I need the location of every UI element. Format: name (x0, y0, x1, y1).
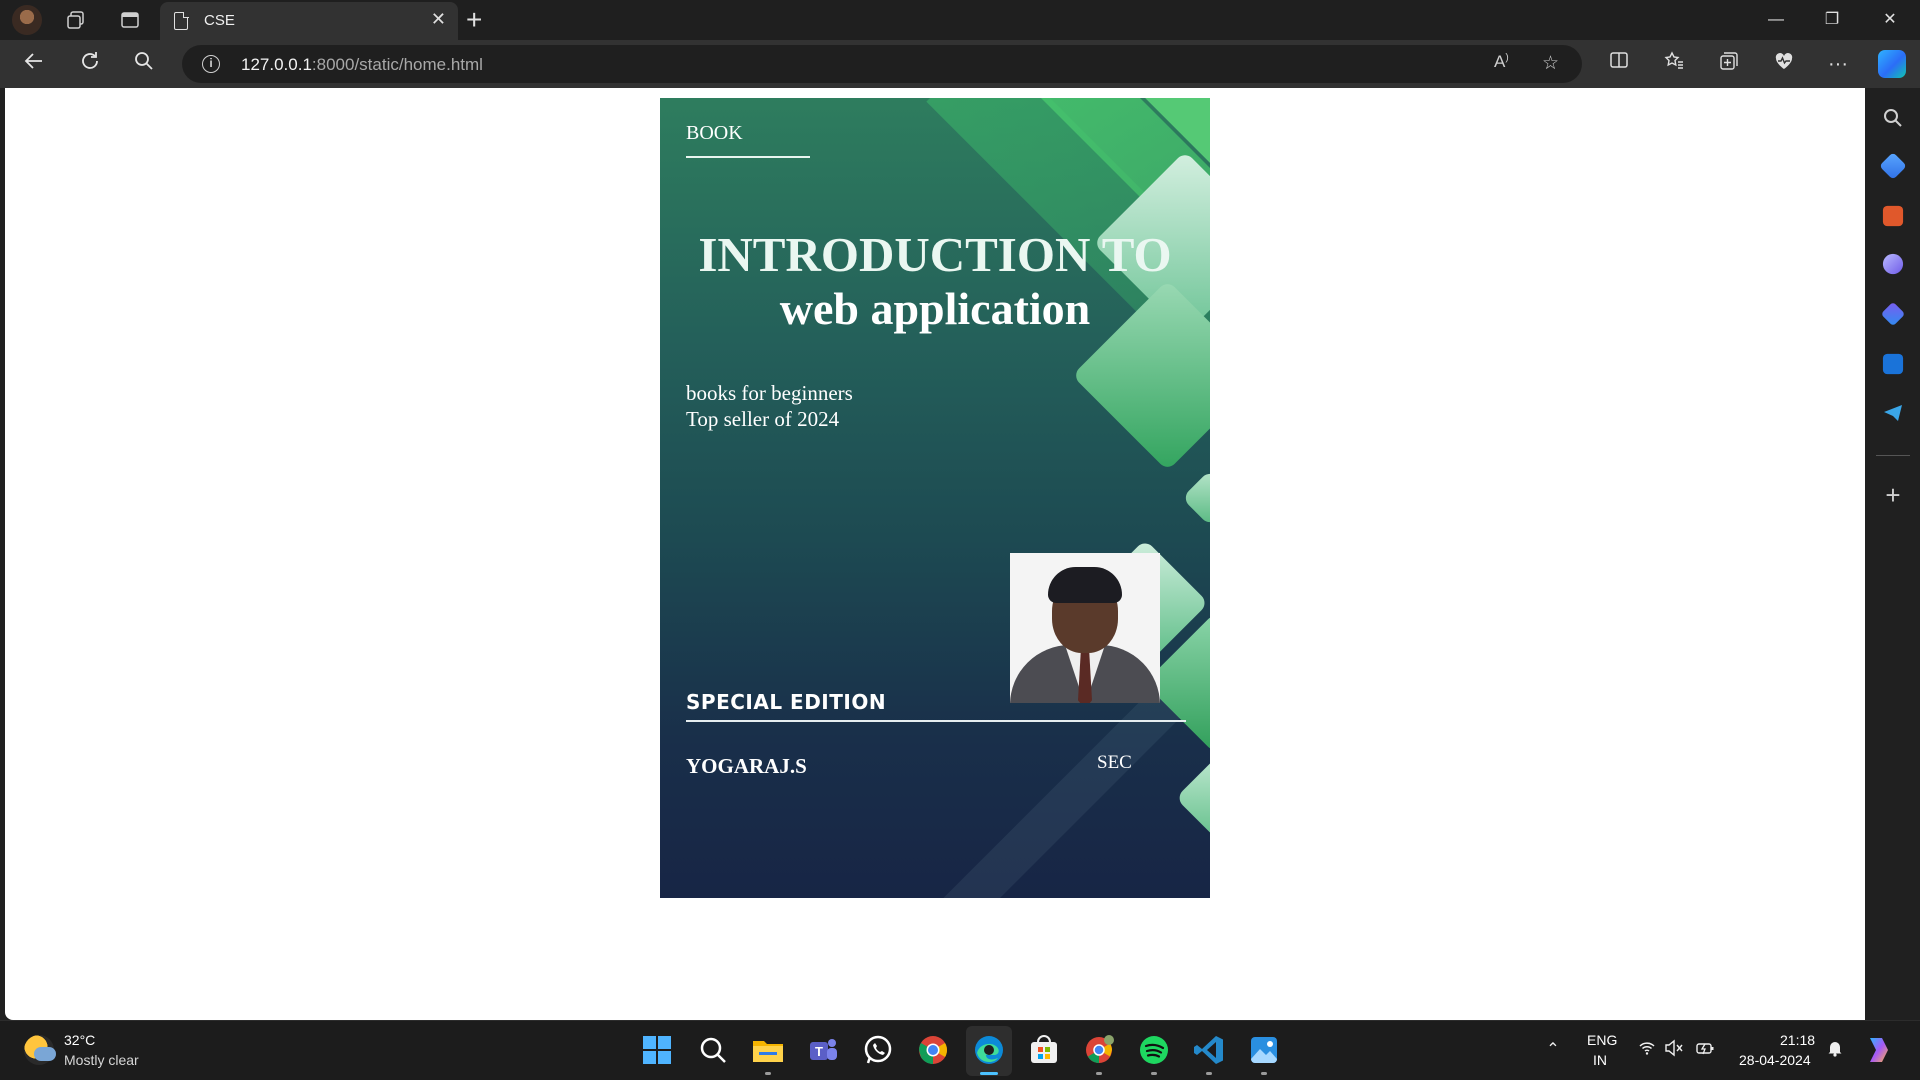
edge-icon[interactable] (972, 1033, 1006, 1067)
publisher-name: SEC (1097, 752, 1132, 773)
search-icon[interactable] (696, 1033, 730, 1067)
photos-icon[interactable] (1247, 1033, 1281, 1067)
collections-icon[interactable] (1715, 50, 1743, 78)
sidebar-search-icon[interactable] (1879, 104, 1907, 132)
new-tab-button[interactable]: + (466, 4, 482, 36)
browser-essentials-icon[interactable] (1770, 50, 1798, 78)
tab-close-icon[interactable]: ✕ (431, 9, 446, 30)
edge-sidebar: + (1866, 88, 1920, 1020)
book-label: BOOK (686, 122, 743, 144)
author-name: YOGARAJ.S (686, 754, 807, 778)
restore-button[interactable]: ❐ (1812, 6, 1852, 34)
book-title-line2: web application (779, 283, 1091, 334)
start-icon[interactable] (640, 1033, 674, 1067)
minimize-button[interactable]: — (1756, 6, 1796, 34)
book-label-underline (686, 156, 810, 158)
more-options-icon[interactable]: ··· (1824, 50, 1852, 78)
address-bar[interactable]: i 127.0.0.1:8000/static/home.html A) ☆ (182, 45, 1582, 83)
battery-charging-icon[interactable] (1694, 1039, 1716, 1061)
book-title-line1: INTRODUCTION TO (698, 227, 1172, 282)
vertical-tabs-icon[interactable] (116, 6, 144, 34)
clock-date[interactable]: 28-04-2024 (1739, 1052, 1811, 1068)
spotify-icon[interactable] (1137, 1033, 1171, 1067)
page-viewport: BOOK INTRODUCTION TO web application boo… (5, 88, 1865, 1020)
input-language[interactable]: ENG (1587, 1032, 1617, 1048)
split-screen-icon[interactable] (1605, 50, 1633, 78)
show-hidden-icons-chevron-icon[interactable]: ⌃ (1542, 1039, 1564, 1061)
address-url[interactable]: 127.0.0.1:8000/static/home.html (241, 55, 483, 75)
clock-time[interactable]: 21:18 (1780, 1032, 1815, 1048)
refresh-icon[interactable] (76, 50, 104, 78)
author-photo (1010, 553, 1160, 703)
notification-bell-icon[interactable] (1824, 1039, 1846, 1061)
weather-moon-icon[interactable] (24, 1035, 56, 1065)
search-icon[interactable] (130, 50, 158, 78)
whatsapp-icon[interactable] (861, 1033, 895, 1067)
site-info-icon[interactable]: i (202, 55, 220, 73)
book-tagline-1: books for beginners (686, 381, 853, 405)
book-cover: BOOK INTRODUCTION TO web application boo… (660, 98, 1210, 898)
sidebar-telegram-icon[interactable] (1879, 398, 1907, 426)
browser-toolbar: i 127.0.0.1:8000/static/home.html A) ☆ ·… (0, 40, 1920, 88)
sidebar-games-icon[interactable] (1882, 253, 1904, 275)
input-region[interactable]: IN (1593, 1052, 1607, 1068)
sidebar-separator (1876, 455, 1910, 456)
svg-text:T: T (815, 1044, 823, 1059)
profile-avatar[interactable] (12, 5, 42, 35)
tab-cse[interactable]: CSE ✕ (160, 2, 458, 40)
weather-condition[interactable]: Mostly clear (64, 1052, 139, 1068)
file-explorer-icon[interactable] (751, 1033, 785, 1067)
close-window-button[interactable]: ✕ (1870, 6, 1910, 34)
favorites-icon[interactable] (1660, 50, 1688, 78)
back-arrow-icon[interactable] (20, 50, 48, 78)
teams-icon[interactable]: T (806, 1033, 840, 1067)
sidebar-add-icon[interactable]: + (1879, 482, 1907, 510)
workspaces-icon[interactable] (62, 6, 90, 34)
sidebar-microsoft365-icon[interactable] (1880, 301, 1906, 327)
favorite-star-icon[interactable]: ☆ (1542, 52, 1559, 75)
sidebar-outlook-icon[interactable] (1882, 353, 1904, 375)
book-tagline-2: Top seller of 2024 (686, 407, 840, 431)
read-aloud-icon[interactable]: A) (1494, 52, 1509, 72)
cover-diamond (1175, 748, 1210, 848)
chrome-icon[interactable] (916, 1033, 950, 1067)
microsoft-store-icon[interactable] (1027, 1033, 1061, 1067)
browser-title-bar: CSE ✕ + — ❐ ✕ (0, 0, 1920, 40)
sidebar-tools-icon[interactable] (1882, 205, 1904, 227)
edition-label: SPECIAL EDITION (686, 690, 887, 714)
windows-taskbar: 32°C Mostly clear T ⌃ ENG IN 21:18 28-04… (0, 1020, 1920, 1080)
cover-diamond (1181, 469, 1210, 527)
vscode-icon[interactable] (1192, 1033, 1226, 1067)
wifi-icon[interactable] (1636, 1039, 1658, 1061)
chrome-profile-icon[interactable] (1082, 1033, 1116, 1067)
sidebar-shopping-icon[interactable] (1879, 152, 1907, 180)
volume-muted-icon[interactable] (1663, 1039, 1685, 1061)
tab-title: CSE (204, 12, 235, 29)
copilot-icon[interactable] (1878, 50, 1906, 78)
edition-divider (686, 720, 1186, 722)
copilot-taskbar-icon[interactable] (1862, 1034, 1894, 1066)
weather-temperature[interactable]: 32°C (64, 1032, 95, 1048)
page-icon (174, 11, 189, 30)
